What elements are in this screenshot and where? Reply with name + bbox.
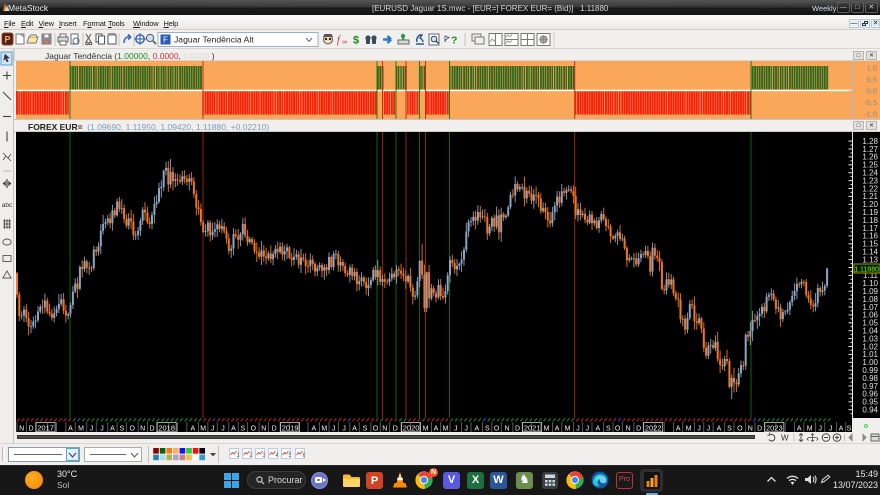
- svg-text:J: J: [576, 425, 580, 432]
- svg-text:O: O: [373, 425, 379, 432]
- svg-text:A: A: [717, 425, 722, 432]
- svg-text:M: M: [321, 425, 327, 432]
- svg-text:O: O: [615, 425, 621, 432]
- svg-text:1.11880: 1.11880: [854, 266, 879, 273]
- svg-text:M: M: [686, 425, 692, 432]
- svg-text:J: J: [465, 425, 469, 432]
- svg-text:D: D: [515, 425, 520, 432]
- svg-text:N: N: [626, 425, 631, 432]
- svg-text:0.0: 0.0: [867, 87, 877, 96]
- svg-text:-1.0: -1.0: [864, 110, 877, 119]
- svg-text:A: A: [110, 425, 115, 432]
- svg-text:M: M: [423, 425, 429, 432]
- svg-text:2019: 2019: [282, 423, 299, 432]
- svg-text:1.0: 1.0: [867, 64, 877, 73]
- svg-text:M: M: [807, 425, 813, 432]
- svg-text:O: O: [737, 425, 743, 432]
- svg-text:2: 2: [249, 453, 252, 459]
- svg-text:A: A: [231, 425, 236, 432]
- svg-text:A: A: [68, 425, 73, 432]
- svg-text:J: J: [342, 425, 346, 432]
- svg-text:S: S: [727, 425, 732, 432]
- svg-text:D: D: [28, 425, 33, 432]
- svg-text:J: J: [211, 425, 215, 432]
- svg-text:2021: 2021: [524, 423, 541, 432]
- svg-text:J: J: [332, 425, 336, 432]
- svg-text:1.13: 1.13: [862, 255, 878, 264]
- svg-text:N: N: [748, 425, 753, 432]
- svg-text:D: D: [393, 425, 398, 432]
- svg-text:A: A: [434, 425, 439, 432]
- svg-text:S: S: [240, 425, 245, 432]
- svg-text:M: M: [544, 425, 550, 432]
- svg-text:O: O: [129, 425, 135, 432]
- svg-text:6: 6: [302, 453, 305, 459]
- svg-text:$: $: [353, 35, 359, 47]
- svg-text:M: M: [565, 425, 571, 432]
- svg-text:J: J: [818, 425, 822, 432]
- svg-text:A: A: [797, 425, 802, 432]
- svg-text:N: N: [19, 425, 24, 432]
- svg-text:2020: 2020: [403, 423, 420, 432]
- svg-text:0.94: 0.94: [862, 405, 878, 414]
- svg-text:O: O: [251, 425, 257, 432]
- svg-text:O: O: [494, 425, 500, 432]
- svg-text:A: A: [555, 425, 560, 432]
- svg-text:D: D: [757, 425, 762, 432]
- svg-text:S: S: [485, 425, 490, 432]
- svg-text:M: M: [78, 425, 84, 432]
- svg-text:J: J: [829, 425, 833, 432]
- svg-text:S: S: [847, 425, 852, 432]
- svg-text:A: A: [190, 425, 195, 432]
- svg-text:A: A: [676, 425, 681, 432]
- svg-text:0.5: 0.5: [867, 75, 877, 84]
- svg-text:D: D: [149, 425, 154, 432]
- svg-text:A: A: [595, 425, 600, 432]
- svg-text:N: N: [140, 425, 145, 432]
- svg-text:abc: abc: [2, 202, 13, 209]
- svg-text:2017: 2017: [37, 423, 54, 432]
- svg-text:P: P: [4, 35, 10, 45]
- svg-text:J: J: [90, 425, 94, 432]
- svg-text:S: S: [363, 425, 368, 432]
- svg-text:D: D: [636, 425, 641, 432]
- svg-text:5: 5: [289, 453, 292, 459]
- svg-text:A: A: [474, 425, 479, 432]
- svg-text:A: A: [839, 425, 844, 432]
- svg-text:N: N: [382, 425, 387, 432]
- svg-text:J: J: [454, 425, 458, 432]
- svg-text:D: D: [272, 425, 277, 432]
- svg-text:4: 4: [276, 453, 279, 459]
- svg-text:1: 1: [236, 453, 239, 459]
- svg-text:A: A: [352, 425, 357, 432]
- svg-text:N: N: [261, 425, 266, 432]
- svg-text:∞: ∞: [342, 39, 347, 46]
- svg-text:N: N: [504, 425, 509, 432]
- svg-text:M: M: [200, 425, 206, 432]
- svg-text:J: J: [707, 425, 711, 432]
- svg-text:J: J: [586, 425, 590, 432]
- svg-text:S: S: [606, 425, 611, 432]
- svg-text:2022: 2022: [645, 423, 662, 432]
- svg-text:3: 3: [263, 453, 266, 459]
- svg-text:F: F: [163, 36, 168, 45]
- svg-text:J: J: [221, 425, 225, 432]
- svg-text:Jaguar Tendência Alt: Jaguar Tendência Alt: [174, 34, 254, 44]
- svg-text:A: A: [311, 425, 316, 432]
- svg-text:W: W: [781, 434, 789, 443]
- svg-text:?: ?: [451, 35, 457, 47]
- svg-text:2018: 2018: [158, 423, 175, 432]
- svg-text:J: J: [697, 425, 701, 432]
- svg-text:-0.5: -0.5: [864, 98, 877, 107]
- svg-text:f: f: [337, 35, 341, 46]
- svg-text:M: M: [442, 425, 448, 432]
- svg-text:S: S: [119, 425, 124, 432]
- svg-text:J: J: [100, 425, 104, 432]
- svg-text:2023: 2023: [766, 423, 783, 432]
